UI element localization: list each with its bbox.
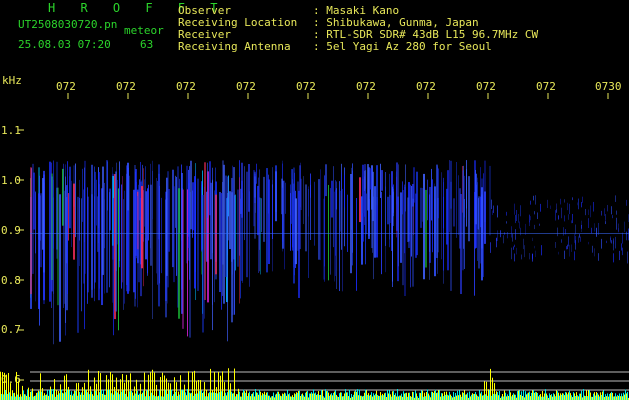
meteor-echo-streaks xyxy=(30,160,629,345)
y-axis-ticks xyxy=(18,129,24,381)
carrier-line xyxy=(30,233,629,234)
x-axis-ticks xyxy=(67,93,609,99)
spectrogram-plot xyxy=(0,93,629,400)
signal-level-trace xyxy=(0,368,629,400)
